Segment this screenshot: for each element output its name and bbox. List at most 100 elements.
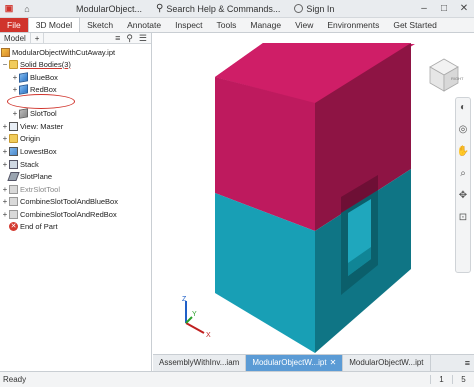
sign-in-label: Sign In: [306, 3, 335, 14]
status-text: Ready: [3, 375, 27, 384]
combine-icon: [9, 209, 18, 219]
doc-tab-modular-object-active[interactable]: ModularObjectW...ipt ✕: [246, 355, 344, 371]
tree-item-label: LowestBox: [20, 146, 57, 156]
tree-item-label: Origin: [20, 133, 41, 143]
solid-body-icon: [19, 83, 28, 95]
tab-get-started[interactable]: Get Started: [386, 18, 443, 32]
doc-tab-assembly[interactable]: AssemblyWithInv...iam: [153, 355, 247, 371]
tree-item-view-master[interactable]: + View: Master: [1, 120, 63, 132]
status-counters: 1 5: [430, 375, 474, 384]
tab-3d-model[interactable]: 3D Model: [27, 17, 81, 32]
tree-item-label: Stack: [20, 159, 39, 169]
tree-item-bluebox[interactable]: + BlueBox: [11, 71, 58, 83]
solid-body-icon: [19, 71, 28, 83]
app-menu-icon[interactable]: ▣: [0, 0, 18, 18]
extrude-icon: [9, 146, 18, 156]
solid-body-icon: [19, 107, 28, 119]
doc-tab-modular-object[interactable]: ModularObjectW...ipt: [343, 355, 431, 371]
tree-item-solid-bodies[interactable]: − Solid Bodies(3): [1, 58, 71, 70]
tab-environments[interactable]: Environments: [320, 18, 386, 32]
zoom-icon[interactable]: ⌕: [460, 168, 466, 180]
tree-item-label: CombineSlotToolAndRedBox: [20, 209, 117, 219]
hamburger-icon[interactable]: ☰: [139, 33, 147, 44]
doc-tab-label: ModularObjectW...ipt: [349, 358, 424, 367]
tree-item-lowestbox[interactable]: + LowestBox: [1, 145, 57, 157]
tree-item-label: SlotPlane: [20, 171, 53, 181]
pan-icon[interactable]: ✋: [457, 146, 469, 158]
expand-icon[interactable]: +: [1, 185, 9, 194]
tab-tools[interactable]: Tools: [210, 18, 244, 32]
tree-item-combine-red[interactable]: + CombineSlotToolAndRedBox: [1, 208, 117, 220]
window-title: ModularObject...: [76, 3, 143, 14]
minimize-icon[interactable]: –: [414, 3, 434, 14]
tab-list-icon[interactable]: ≡: [461, 355, 474, 371]
part-icon: [1, 47, 10, 57]
close-tab-icon[interactable]: ✕: [330, 355, 337, 371]
look-at-icon[interactable]: ⊡: [459, 212, 467, 224]
z-axis-label: Z: [182, 296, 187, 303]
doc-tab-label: AssemblyWithInv...iam: [159, 358, 240, 367]
status-count-documents: 5: [452, 375, 474, 384]
axis-triad: Z X Y: [182, 296, 211, 339]
collapse-icon[interactable]: −: [1, 60, 9, 69]
tab-manage[interactable]: Manage: [243, 18, 288, 32]
tree-item-label: ExtrSlotTool: [20, 184, 61, 194]
tree-item-label: View: Master: [20, 121, 64, 131]
tree-item-label: RedBox: [30, 84, 57, 94]
home-view-icon[interactable]: ◐: [460, 102, 466, 114]
tree-item-combine-blue[interactable]: + CombineSlotToolAndBlueBox: [1, 195, 118, 207]
window-controls: – □ ✕: [414, 3, 474, 14]
folder-icon: [9, 59, 18, 69]
tree-item-label: ModularObjectWithCutAway.ipt: [12, 47, 116, 57]
expand-icon[interactable]: +: [11, 73, 19, 82]
status-bar: Ready 1 5: [0, 371, 474, 387]
tab-annotate[interactable]: Annotate: [120, 18, 168, 32]
expand-icon[interactable]: +: [1, 160, 9, 169]
expand-icon[interactable]: +: [1, 210, 9, 219]
tree-item-label: BlueBox: [30, 72, 58, 82]
tree-item-slottool[interactable]: + SlotTool: [11, 107, 57, 119]
view-cube[interactable]: RIGHT: [424, 55, 464, 95]
tree-item-origin[interactable]: + Origin: [1, 132, 40, 144]
ribbon-tab-bar: File 3D Model Sketch Annotate Inspect To…: [0, 17, 474, 33]
tree-item-redbox[interactable]: + RedBox: [11, 83, 57, 95]
add-browser-tab-button[interactable]: +: [31, 32, 45, 44]
tree-item-slotplane[interactable]: SlotPlane: [7, 170, 53, 182]
expand-icon[interactable]: +: [11, 109, 19, 118]
tree-item-extrslottool[interactable]: + ExtrSlotTool: [1, 183, 60, 195]
graphics-viewport[interactable]: RIGHT ◐ ◎ ✋ ⌕ ✥ ⊡ Z X Y: [153, 33, 474, 354]
orbit-icon[interactable]: ✥: [459, 190, 467, 202]
view-icon: [9, 121, 18, 131]
quick-access-icon[interactable]: ⌂: [18, 0, 36, 18]
extrude-gray-icon: [9, 184, 18, 194]
search-icon: ⚲: [156, 3, 164, 14]
tree-item-label: CombineSlotToolAndBlueBox: [20, 196, 118, 206]
expand-icon[interactable]: +: [1, 147, 9, 156]
steering-wheel-icon[interactable]: ◎: [459, 124, 468, 136]
expand-icon[interactable]: +: [11, 85, 19, 94]
help-search[interactable]: ⚲ Search Help & Commands...: [156, 2, 280, 16]
tab-view[interactable]: View: [288, 18, 320, 32]
tab-sketch[interactable]: Sketch: [80, 18, 120, 32]
tab-inspect[interactable]: Inspect: [168, 18, 209, 32]
browser-header: Model + ≡ ⚲ ☰: [0, 32, 151, 44]
close-icon[interactable]: ✕: [454, 3, 474, 14]
x-axis-label: X: [206, 332, 211, 339]
search-icon[interactable]: ⚲: [126, 33, 133, 44]
expand-icon[interactable]: +: [1, 197, 9, 206]
maximize-icon[interactable]: □: [434, 3, 454, 14]
sign-in-button[interactable]: Sign In: [294, 4, 334, 14]
menu-icon[interactable]: ≡: [115, 33, 120, 44]
expand-icon[interactable]: +: [1, 122, 9, 131]
search-label: Search Help & Commands...: [166, 3, 281, 14]
tab-file[interactable]: File: [0, 18, 28, 32]
tree-item-label: SlotTool: [30, 108, 57, 118]
tab-model[interactable]: Model: [0, 32, 31, 44]
workplane-icon: [7, 171, 20, 181]
expand-icon[interactable]: +: [1, 134, 9, 143]
tree-item-part[interactable]: ModularObjectWithCutAway.ipt: [1, 46, 115, 58]
tree-item-stack[interactable]: + Stack: [1, 158, 39, 170]
model-browser: Model + ≡ ⚲ ☰ ModularObjectWithCutAway.i…: [0, 32, 152, 372]
tree-item-end-of-part[interactable]: ✕ End of Part: [9, 220, 58, 232]
combine-icon: [9, 196, 18, 206]
